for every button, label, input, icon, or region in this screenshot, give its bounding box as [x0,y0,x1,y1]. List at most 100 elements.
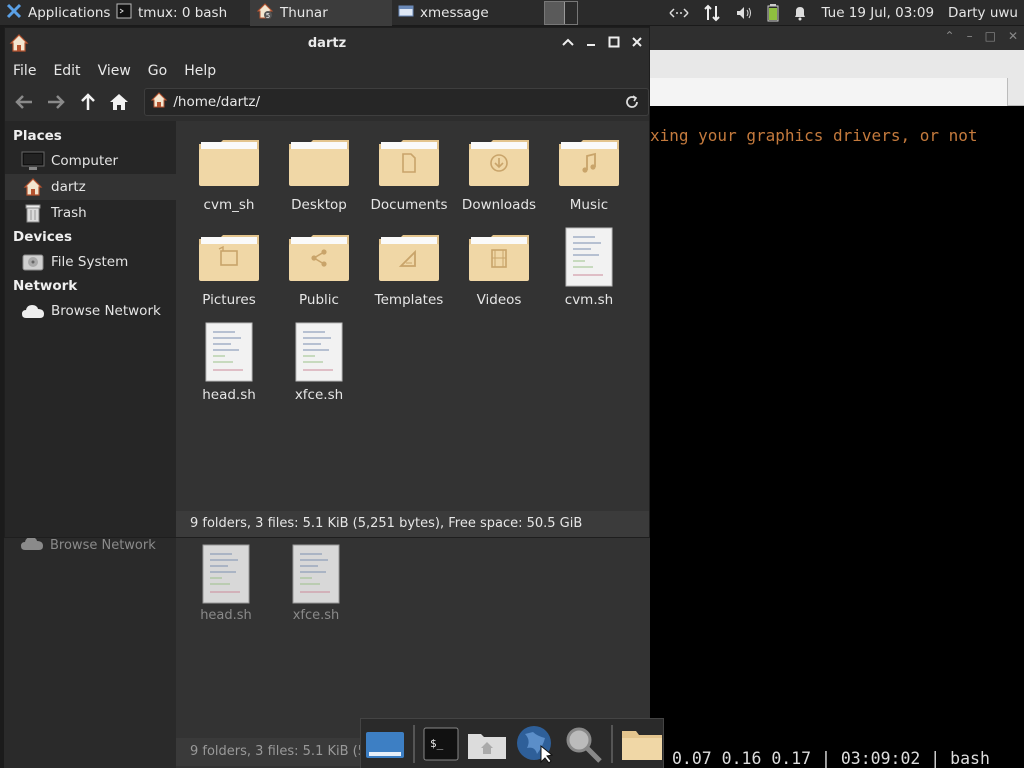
file-name: Music [569,197,609,213]
terminal-window-controls: ⌃ – □ ✕ [945,29,1018,43]
stale-file-name: head.sh [200,608,252,623]
file-name: Public [299,292,339,308]
file-item[interactable]: Music [544,131,634,226]
folder-launcher-icon[interactable] [621,722,663,766]
system-tray: Tue 19 Jul, 03:09 Darty uwu [669,3,1024,22]
maximize-icon[interactable]: □ [985,29,996,43]
script-file-icon [287,321,351,383]
applications-menu-button[interactable]: Applications ≡ [0,0,128,26]
taskbar-item-xmessage[interactable]: xmessage [392,0,540,26]
script-file-icon [197,321,261,383]
tmux-status-line: 0.07 0.16 0.17 | 03:09:02 | bash [672,749,990,768]
drive-icon [21,252,45,272]
stale-file: head.sh [194,544,258,623]
menu-edit[interactable]: Edit [53,63,80,79]
file-item[interactable]: cvm.sh [544,226,634,321]
file-view[interactable]: cvm_sh Desktop Documents Downloads Music Pict… [176,121,649,537]
computer-icon [21,151,45,171]
sidebar-item-file-system[interactable]: File System [5,249,176,275]
file-name: Templates [374,292,444,308]
close-icon[interactable]: ✕ [1008,29,1018,43]
file-name: Documents [370,197,448,213]
sidebar-item-trash[interactable]: Trash [5,200,176,226]
file-name: Videos [476,292,522,308]
file-item[interactable]: cvm_sh [184,131,274,226]
file-item[interactable]: head.sh [184,321,274,416]
sidebar-item-dartz[interactable]: dartz [5,174,176,200]
applications-label: Applications [28,4,111,21]
sidebar-item-label: Browse Network [51,303,161,319]
terminal-window[interactable]: ⌃ – □ ✕ xing your graphics drivers, or n… [650,26,1024,768]
terminal-tabbar [650,78,1024,106]
file-item[interactable]: Documents [364,131,454,226]
script-file-icon [202,544,250,608]
svg-text:$_: $_ [430,737,444,750]
window-titlebar[interactable]: dartz [5,28,649,58]
documents-folder-icon [377,131,441,193]
battery-icon[interactable] [767,3,779,22]
parent-folder-button[interactable] [77,91,99,113]
taskbar-item-label: Thunar [280,4,328,21]
xfce-logo-icon [6,3,22,23]
file-item[interactable]: Desktop [274,131,364,226]
web-browser-launcher-icon[interactable] [515,722,555,766]
minimize-icon[interactable]: – [967,29,973,43]
file-item[interactable]: Downloads [454,131,544,226]
close-button[interactable] [630,34,643,49]
file-name: Desktop [291,197,347,213]
file-name: head.sh [202,387,256,403]
terminal-output: xing your graphics drivers, or not [650,126,978,145]
terminal-menubar [650,50,1024,78]
cloud-icon [20,536,44,554]
file-item[interactable]: Templates [364,226,454,321]
menu-file[interactable]: File [13,63,36,79]
menu-help[interactable]: Help [184,63,216,79]
home-folder-icon [21,177,45,197]
user-menu[interactable]: Darty uwu [948,5,1018,21]
forward-button[interactable] [45,91,67,113]
menu-go[interactable]: Go [148,63,167,79]
top-panel: Applications ≡ tmux: 0 bash 5 Thunar xme… [0,0,1024,26]
maximize-button[interactable] [607,34,620,49]
network-transfer-icon[interactable] [703,4,721,22]
file-name: cvm_sh [203,197,255,213]
clock[interactable]: Tue 19 Jul, 03:09 [821,5,934,21]
back-button[interactable] [13,91,35,113]
file-item[interactable]: xfce.sh [274,321,364,416]
file-item[interactable]: Public [274,226,364,321]
show-desktop-icon[interactable] [365,722,405,766]
home-button[interactable] [109,91,131,113]
sidebar-item-browse-network[interactable]: Browse Network [5,298,176,324]
terminal-titlebar[interactable]: ⌃ – □ ✕ [650,26,1024,50]
templates-folder-icon [377,226,441,288]
search-launcher-icon[interactable] [563,722,603,766]
volume-icon[interactable] [735,5,753,21]
script-file-icon [292,544,340,608]
thunar-window[interactable]: dartz File Edit View Go Help /home/dartz… [4,27,650,538]
workspace-switcher[interactable] [544,0,578,25]
taskbar-item-tmux[interactable]: tmux: 0 bash [110,0,250,26]
file-item[interactable]: Videos [454,226,544,321]
shade-button[interactable] [561,34,574,49]
stale-file-name: xfce.sh [292,608,340,623]
menubar: File Edit View Go Help [5,58,649,84]
workspace-1[interactable] [545,1,565,24]
home-folder-icon [9,33,29,57]
shade-icon[interactable]: ⌃ [945,29,955,43]
sidebar-header-places: Places [13,128,62,144]
terminal-tab[interactable] [650,78,1008,106]
sidebar-item-computer[interactable]: Computer [5,148,176,174]
taskbar-item-thunar[interactable]: 5 Thunar [250,0,392,26]
pictures-folder-icon [197,226,261,288]
videos-folder-icon [467,226,531,288]
menu-view[interactable]: View [98,63,131,79]
file-manager-launcher-icon[interactable] [467,722,507,766]
notification-bell-icon[interactable] [793,5,807,21]
network-arrows-icon[interactable] [669,6,689,20]
reload-icon[interactable] [624,94,640,114]
file-item[interactable]: Pictures [184,226,274,321]
location-bar[interactable]: /home/dartz/ [144,88,649,116]
location-path[interactable]: /home/dartz/ [173,94,260,110]
terminal-launcher-icon[interactable]: $_ [423,722,460,766]
minimize-button[interactable] [584,34,597,49]
